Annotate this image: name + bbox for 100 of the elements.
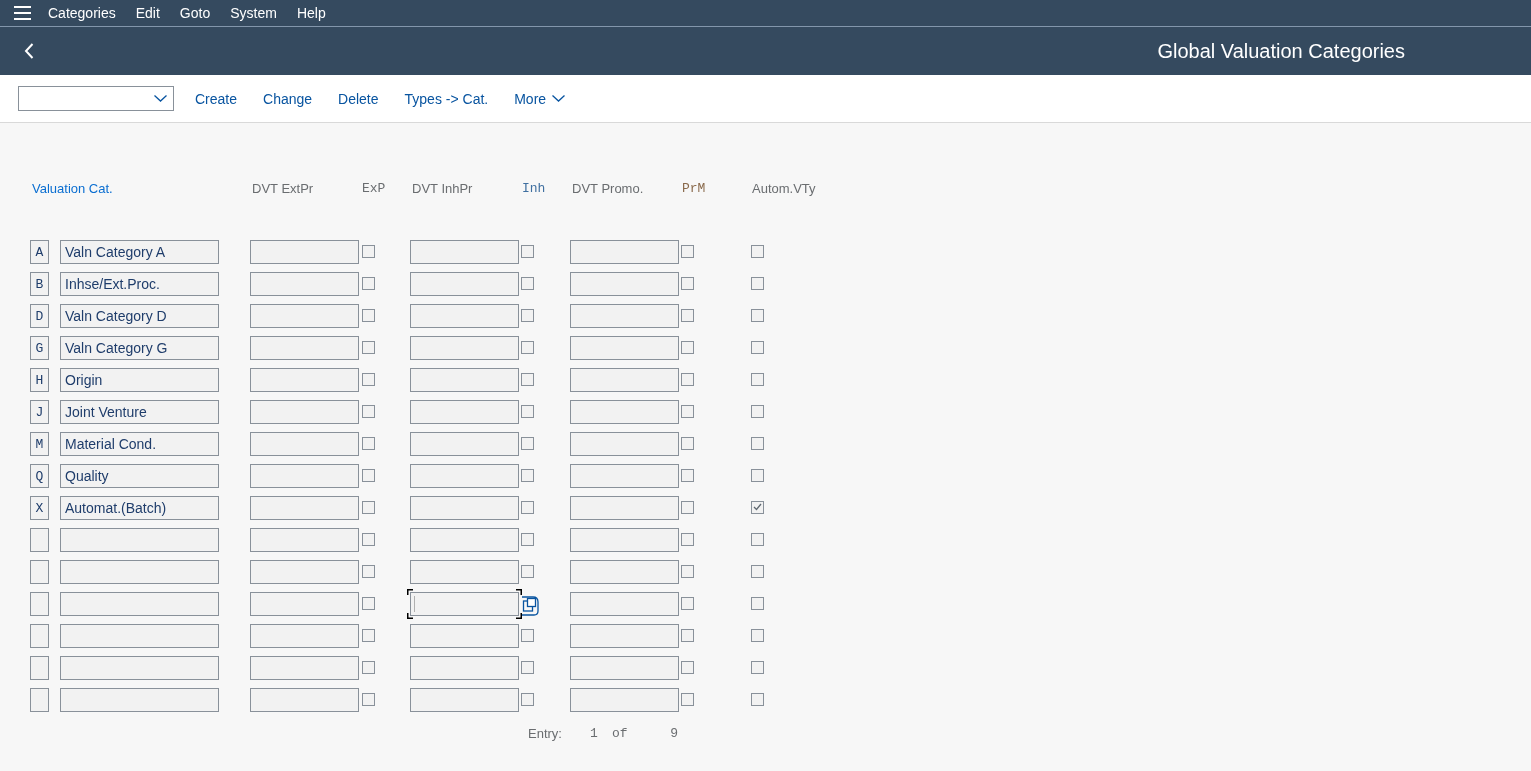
input-field[interactable]: Valn Category D — [60, 304, 219, 328]
checkbox[interactable] — [681, 564, 694, 578]
input-field[interactable] — [250, 528, 359, 552]
checkbox[interactable] — [681, 660, 694, 674]
checkbox[interactable] — [362, 372, 375, 386]
input-field[interactable] — [570, 624, 679, 648]
checkbox[interactable] — [521, 468, 534, 482]
checkbox[interactable] — [751, 596, 764, 610]
input-field[interactable] — [410, 624, 519, 648]
input-field[interactable] — [250, 336, 359, 360]
input-field[interactable] — [250, 432, 359, 456]
checkbox[interactable] — [521, 404, 534, 418]
key-field[interactable]: A — [30, 240, 49, 264]
key-field[interactable] — [30, 656, 49, 680]
checkbox[interactable] — [521, 500, 534, 514]
key-field[interactable] — [30, 688, 49, 712]
checkbox[interactable] — [362, 436, 375, 450]
checkbox[interactable] — [681, 276, 694, 290]
input-field[interactable] — [570, 528, 679, 552]
menu-item[interactable]: Goto — [179, 4, 211, 22]
checkbox[interactable] — [681, 532, 694, 546]
menu-item[interactable]: Categories — [48, 4, 116, 22]
checkbox[interactable] — [521, 564, 534, 578]
input-field[interactable]: Valn Category G — [60, 336, 219, 360]
menu-item[interactable]: Edit — [135, 4, 160, 22]
checkbox[interactable] — [521, 372, 534, 386]
input-field[interactable] — [410, 496, 519, 520]
key-field[interactable]: J — [30, 400, 49, 424]
more-button[interactable]: More — [514, 89, 566, 108]
input-field[interactable]: Inhse/Ext.Proc. — [60, 272, 219, 296]
toolbar-button[interactable]: Delete — [338, 89, 379, 108]
key-field[interactable] — [30, 592, 49, 616]
input-field[interactable] — [570, 496, 679, 520]
input-field[interactable] — [60, 592, 219, 616]
toolbar-button[interactable]: Types -> Cat. — [404, 89, 489, 108]
input-field[interactable] — [570, 464, 679, 488]
input-field[interactable] — [250, 240, 359, 264]
checkbox[interactable] — [521, 340, 534, 354]
input-field[interactable] — [570, 432, 679, 456]
checkbox[interactable] — [681, 500, 694, 514]
checkbox[interactable] — [362, 596, 375, 610]
checkbox[interactable] — [681, 436, 694, 450]
input-field[interactable]: Automat.(Batch) — [60, 496, 219, 520]
checkbox[interactable] — [751, 372, 764, 386]
input-field[interactable] — [410, 304, 519, 328]
checkbox[interactable] — [681, 628, 694, 642]
input-field[interactable] — [60, 688, 219, 712]
variant-select[interactable] — [18, 86, 174, 111]
checkbox[interactable] — [751, 660, 764, 674]
input-field[interactable] — [570, 240, 679, 264]
key-field[interactable]: M — [30, 432, 49, 456]
checkbox[interactable] — [521, 436, 534, 450]
checkbox[interactable] — [751, 692, 764, 706]
checkbox[interactable] — [362, 308, 375, 322]
key-field[interactable] — [30, 528, 49, 552]
checkbox[interactable] — [362, 532, 375, 546]
checkbox[interactable] — [751, 404, 764, 418]
input-field[interactable] — [410, 432, 519, 456]
checkbox[interactable] — [362, 564, 375, 578]
checkbox[interactable] — [362, 692, 375, 706]
input-field[interactable] — [60, 528, 219, 552]
key-field[interactable]: G — [30, 336, 49, 360]
checkbox[interactable] — [681, 340, 694, 354]
input-field[interactable]: Valn Category A — [60, 240, 219, 264]
checkbox[interactable] — [751, 308, 764, 322]
input-field[interactable] — [250, 464, 359, 488]
checkbox[interactable] — [681, 244, 694, 258]
input-field[interactable] — [570, 560, 679, 584]
input-field[interactable]: Quality — [60, 464, 219, 488]
input-field[interactable] — [410, 368, 519, 392]
input-field[interactable]: Material Cond. — [60, 432, 219, 456]
checkbox[interactable] — [681, 372, 694, 386]
input-field[interactable] — [410, 272, 519, 296]
input-field[interactable] — [250, 496, 359, 520]
back-button[interactable] — [24, 43, 34, 59]
input-field[interactable] — [250, 368, 359, 392]
checkbox[interactable] — [521, 244, 534, 258]
input-field[interactable] — [410, 560, 519, 584]
input-field[interactable] — [250, 688, 359, 712]
input-field[interactable] — [410, 528, 519, 552]
checkbox[interactable] — [521, 660, 534, 674]
input-field[interactable] — [570, 368, 679, 392]
checkbox[interactable] — [521, 628, 534, 642]
input-field[interactable]: Origin — [60, 368, 219, 392]
checkbox[interactable] — [751, 340, 764, 354]
checkbox[interactable] — [362, 628, 375, 642]
menu-item[interactable]: Help — [296, 4, 326, 22]
input-field[interactable] — [570, 400, 679, 424]
input-field[interactable] — [410, 688, 519, 712]
key-field[interactable]: Q — [30, 464, 49, 488]
input-field[interactable] — [570, 304, 679, 328]
checkbox[interactable] — [681, 596, 694, 610]
key-field[interactable]: H — [30, 368, 49, 392]
key-field[interactable] — [30, 560, 49, 584]
checkbox[interactable] — [362, 468, 375, 482]
key-field[interactable]: B — [30, 272, 49, 296]
checkbox[interactable] — [362, 340, 375, 354]
input-field[interactable] — [407, 589, 522, 619]
input-field[interactable] — [250, 560, 359, 584]
key-field[interactable]: D — [30, 304, 49, 328]
